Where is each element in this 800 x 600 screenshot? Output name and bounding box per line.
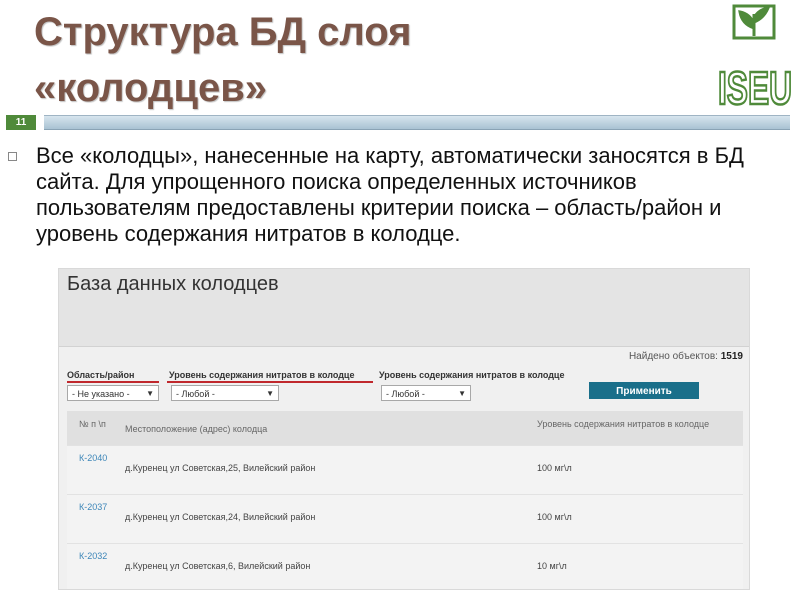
found-count: 1519: [720, 351, 743, 362]
well-id-link[interactable]: К-2037: [79, 501, 109, 514]
region-select-value: - Не указано -: [72, 389, 130, 399]
well-address: д.Куренец ул Советская,25, Вилейский рай…: [125, 463, 316, 473]
table-row: К-2032 д.Куренец ул Советская,6, Вилейск…: [67, 543, 743, 589]
table-row: К-2037 д.Куренец ул Советская,24, Вилейс…: [67, 494, 743, 543]
well-address: д.Куренец ул Советская,24, Вилейский рай…: [125, 512, 316, 522]
well-address: д.Куренец ул Советская,6, Вилейский райо…: [125, 561, 311, 571]
slide-title-line-1: Структура БД слоя: [34, 10, 412, 54]
slide-number: 11: [6, 115, 36, 130]
nitrate-select-1[interactable]: - Любой - ▼: [171, 385, 279, 401]
table-header: № п \п Местоположение (адрес) колодца Ур…: [67, 411, 743, 445]
nitrate-filter-label-1: Уровень содержания нитратов в колодце: [169, 370, 355, 380]
region-underline: [67, 381, 159, 383]
logo-text: ISEU: [718, 62, 792, 114]
chevron-down-icon: ▼: [146, 389, 154, 398]
slide-title: Структура БД слоя «колодцев»: [34, 4, 411, 116]
apply-button[interactable]: Применить: [589, 382, 699, 399]
chevron-down-icon: ▼: [266, 389, 274, 398]
site-title: База данных колодцев: [67, 273, 279, 295]
well-nitrate-level: 10 мг\л: [537, 561, 567, 571]
nitrate-select-2-value: - Любой -: [386, 389, 425, 399]
nitrate-filter-label-2: Уровень содержания нитратов в колодце: [379, 370, 565, 380]
nitrate-select-2[interactable]: - Любой - ▼: [381, 385, 471, 401]
website-screenshot: База данных колодцев Найдено объектов: 1…: [58, 268, 750, 590]
slide-title-line-2: «колодцев»: [34, 66, 268, 110]
well-nitrate-level: 100 мг\л: [537, 463, 572, 473]
title-divider: [44, 115, 790, 130]
well-nitrate-level: 100 мг\л: [537, 512, 572, 522]
site-header: База данных колодцев: [59, 269, 749, 347]
iseu-logo: ISEU: [717, 4, 793, 114]
header-nitrate-level: Уровень содержания нитратов в колодце: [537, 419, 710, 429]
nitrate-underline: [167, 381, 373, 383]
well-id-link[interactable]: К-2040: [79, 452, 109, 465]
square-bullet-icon: [8, 152, 17, 161]
nitrate-select-1-value: - Любой -: [176, 389, 215, 399]
table-row: К-2040 д.Куренец ул Советская,25, Вилейс…: [67, 445, 743, 494]
region-filter-label: Область/район: [67, 370, 135, 380]
wells-table: № п \п Местоположение (адрес) колодца Ур…: [67, 411, 743, 589]
header-number: № п \п: [79, 419, 106, 429]
region-select[interactable]: - Не указано - ▼: [67, 385, 159, 401]
chevron-down-icon: ▼: [458, 389, 466, 398]
bullet-paragraph: Все «колодцы», нанесенные на карту, авто…: [36, 143, 744, 246]
found-label: Найдено объектов:: [628, 351, 718, 362]
well-id-link[interactable]: К-2032: [79, 550, 109, 563]
header-address: Местоположение (адрес) колодца: [125, 424, 268, 434]
found-counter: Найдено объектов: 1519: [629, 351, 743, 362]
